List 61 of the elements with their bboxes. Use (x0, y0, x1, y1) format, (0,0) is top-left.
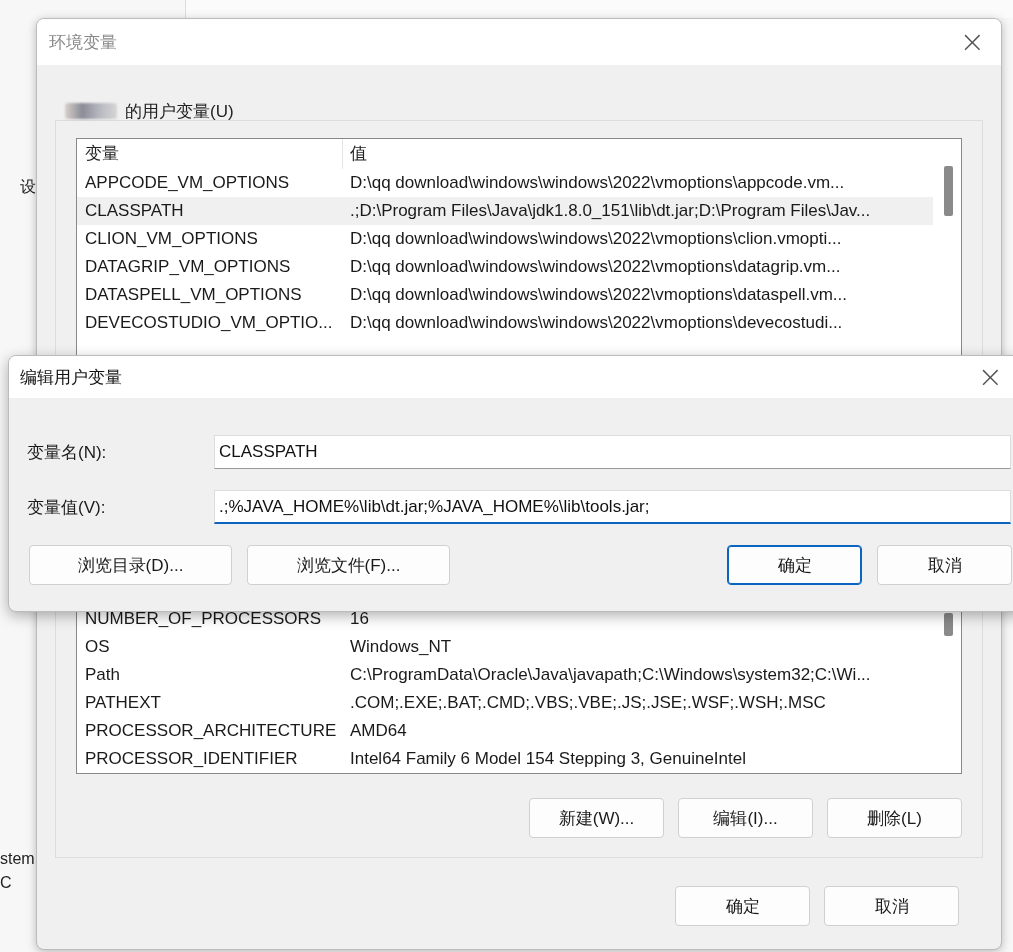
text-label: C (0, 873, 13, 893)
table-cell-text: 16 (349, 609, 369, 629)
table-row[interactable]: DATASPELL_VM_OPTIONS D:\qq download\windows\windows\2022\vmoptions\dataspell.vm... (77, 281, 933, 309)
table-cell-text: PROCESSOR_IDENTIFIER (84, 749, 299, 769)
blurred-username (65, 103, 117, 119)
table-cell-text: PATHEXT (84, 693, 162, 713)
table-cell-text: D:\qq download\windows\windows\2022\vmoptions\appcode.vm... (349, 173, 845, 193)
table-cell-text: D:\qq download\windows\windows\2022\vmoptions\devecostudi... (349, 313, 843, 333)
table-cell-text: Intel64 Family 6 Model 154 Stepping 3, GenuineIntel (349, 749, 746, 769)
table-cell-text: .COM;.EXE;.BAT;.CMD;.VBS;.VBE;.JS;.JSE;.WSF;.WSH;.MSC (349, 693, 826, 713)
table-cell-text: D:\qq download\windows\windows\2022\vmoptions\datagrip.vm... (349, 257, 841, 277)
table-row[interactable]: Path C:\ProgramData\Oracle\Java\javapath;C:\Windows\system32;C:\Wi... (77, 661, 933, 689)
scrollbar-thumb[interactable] (944, 613, 953, 636)
text-label: stem (0, 849, 35, 869)
table-row[interactable]: CLASSPATH .;D:\Program Files\Java\jdk1.8.0_151\lib\dt.jar;D:\Program Files\Jav... (77, 197, 933, 225)
table-action-button[interactable]: 新建(W)... (529, 798, 664, 838)
field-label: 变量值(V): (27, 496, 107, 519)
table-row[interactable]: PROCESSOR_ARCHITECTURE AMD64 (77, 717, 933, 745)
table-cell-text: NUMBER_OF_PROCESSORS (84, 609, 323, 629)
ok-button[interactable]: 确定 (675, 886, 810, 926)
ok-button[interactable]: 确定 (727, 545, 862, 585)
window-title: 编辑用户变量 (20, 366, 123, 389)
table-row[interactable]: PROCESSOR_IDENTIFIER Intel64 Family 6 Model 154 Stepping 3, GenuineIntel (77, 745, 933, 773)
menu-label: 设 (20, 178, 36, 195)
table-cell-text: DEVECOSTUDIO_VM_OPTIO... (84, 313, 334, 333)
table-row[interactable]: DEVECOSTUDIO_VM_OPTIO... D:\qq download\windows\windows\2022\vmoptions\devecostudi... (77, 309, 933, 337)
browse-button[interactable]: 浏览文件(F)... (247, 545, 450, 585)
table-cell-text: Windows_NT (349, 637, 452, 657)
input-field[interactable]: .;%JAVA_HOME%\lib\dt.jar;%JAVA_HOME%\lib\tools.jar; (214, 490, 1011, 524)
table-cell-text: Path (84, 665, 121, 685)
table-cell-text: DATAGRIP_VM_OPTIONS (84, 257, 292, 277)
cancel-button[interactable]: 取消 (824, 886, 959, 926)
table-cell-text: APPCODE_VM_OPTIONS (84, 173, 291, 193)
table-cell-text: OS (84, 637, 111, 657)
column-header[interactable]: 变量 (77, 139, 343, 169)
window-title: 环境变量 (49, 31, 118, 54)
table-action-button[interactable]: 编辑(I)... (678, 798, 813, 838)
scrollbar-thumb[interactable] (944, 166, 953, 216)
table-cell-text: D:\qq download\windows\windows\2022\vmoptions\clion.vmopti... (349, 229, 842, 249)
table-cell-text: CLION_VM_OPTIONS (84, 229, 259, 249)
table-row[interactable]: PATHEXT .COM;.EXE;.BAT;.CMD;.VBS;.VBE;.JS;.JSE;.WSF;.WSH;.MSC (77, 689, 933, 717)
table-cell-text: .;D:\Program Files\Java\jdk1.8.0_151\lib\dt.jar;D:\Program Files\Jav... (349, 201, 871, 221)
column-header[interactable]: 值 (343, 139, 367, 169)
table-cell-text: CLASSPATH (84, 201, 185, 221)
close-button[interactable]: × (973, 362, 1007, 392)
input-field[interactable]: CLASSPATH (214, 435, 1011, 469)
table-cell-text: DATASPELL_VM_OPTIONS (84, 285, 303, 305)
table-cell-text: C:\ProgramData\Oracle\Java\javapath;C:\Windows\system32;C:\Wi... (349, 665, 871, 685)
cancel-button[interactable]: 取消 (877, 545, 1012, 585)
table-cell-text: PROCESSOR_ARCHITECTURE (84, 721, 338, 741)
table-row[interactable]: OS Windows_NT (77, 633, 933, 661)
browse-button[interactable]: 浏览目录(D)... (29, 545, 232, 585)
group-label: 的用户变量(U) (125, 100, 234, 123)
table-row[interactable]: DATAGRIP_VM_OPTIONS D:\qq download\windows\windows\2022\vmoptions\datagrip.vm... (77, 253, 933, 281)
table-cell-text: D:\qq download\windows\windows\2022\vmoptions\dataspell.vm... (349, 285, 848, 305)
table-action-button[interactable]: 删除(L) (827, 798, 962, 838)
table-cell-text: AMD64 (349, 721, 407, 741)
table-row[interactable]: CLION_VM_OPTIONS D:\qq download\windows\windows\2022\vmoptions\clion.vmopti... (77, 225, 933, 253)
table-row[interactable]: APPCODE_VM_OPTIONS D:\qq download\windows\windows\2022\vmoptions\appcode.vm... (77, 169, 933, 197)
close-button[interactable]: × (955, 27, 989, 57)
field-label: 变量名(N): (27, 441, 108, 464)
